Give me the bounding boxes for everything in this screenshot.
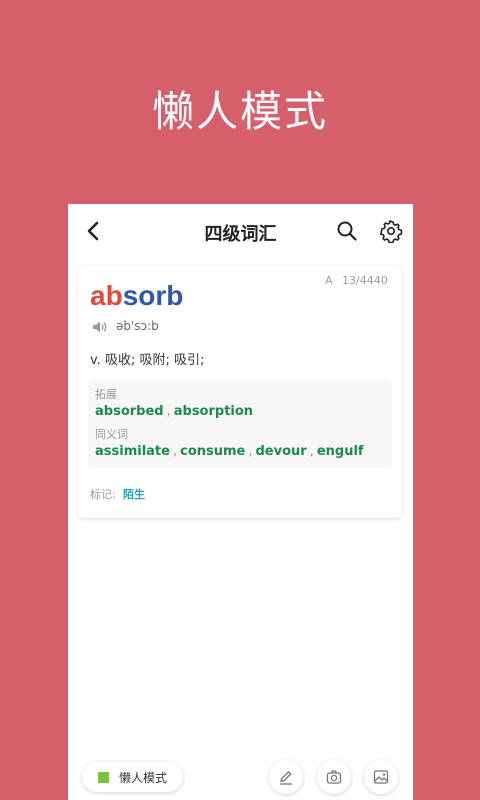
speaker-icon[interactable] bbox=[92, 320, 107, 334]
phonetic: əb'sɔ:b bbox=[116, 319, 159, 333]
lazy-mode-button[interactable]: 懒人模式 bbox=[82, 762, 183, 792]
mark-label: 标记: bbox=[90, 488, 116, 501]
mark-status[interactable]: 陌生 bbox=[123, 486, 145, 502]
synonym-label: 同义词 bbox=[95, 428, 128, 441]
extension-word[interactable]: absorption bbox=[174, 404, 253, 419]
word-card[interactable]: A 13/4440 absorb əb'sɔ:b v. 吸收; 吸附; 吸引; … bbox=[78, 266, 402, 518]
synonym-word[interactable]: devour bbox=[256, 444, 307, 459]
camera-icon bbox=[326, 770, 342, 784]
promo-title: 懒人模式 bbox=[151, 87, 328, 136]
headword: absorb bbox=[90, 280, 183, 312]
edit-button[interactable] bbox=[269, 760, 303, 794]
search-icon[interactable] bbox=[336, 220, 358, 242]
word-counter: 13/4440 bbox=[342, 274, 388, 287]
lazy-mode-indicator bbox=[98, 772, 109, 783]
headword-prefix: ab bbox=[90, 280, 123, 311]
gear-icon[interactable] bbox=[379, 219, 403, 243]
definition: v. 吸收; 吸附; 吸引; bbox=[90, 353, 205, 368]
related-words-box: 拓展 absorbed, absorption 同义词 assimilate, co… bbox=[88, 379, 392, 468]
synonym-word[interactable]: consume bbox=[180, 444, 245, 459]
synonym-word[interactable]: assimilate bbox=[95, 444, 170, 459]
pencil-icon bbox=[280, 771, 292, 785]
page-title: 四级词汇 bbox=[204, 224, 277, 245]
extension-label: 拓展 bbox=[95, 388, 117, 401]
image-icon bbox=[373, 770, 389, 784]
app-screen: 四级词汇 A 13/4440 absorb əb'sɔ:b v. 吸收; 吸附;… bbox=[68, 204, 413, 800]
word-level: A bbox=[325, 274, 333, 287]
extension-word[interactable]: absorbed bbox=[95, 404, 164, 419]
lazy-mode-label: 懒人模式 bbox=[119, 771, 168, 785]
extension-list: absorbed, absorption bbox=[95, 404, 253, 419]
synonym-list: assimilate, consume, devour, engulf bbox=[95, 444, 364, 459]
separator: , bbox=[166, 404, 171, 419]
separator: , bbox=[248, 444, 253, 459]
top-bar: 四级词汇 bbox=[68, 204, 413, 258]
headword-rest: sorb bbox=[122, 280, 184, 311]
camera-button[interactable] bbox=[317, 760, 351, 794]
gallery-button[interactable] bbox=[364, 760, 398, 794]
synonym-word[interactable]: engulf bbox=[317, 444, 364, 459]
separator: , bbox=[309, 444, 314, 459]
separator: , bbox=[172, 444, 178, 459]
